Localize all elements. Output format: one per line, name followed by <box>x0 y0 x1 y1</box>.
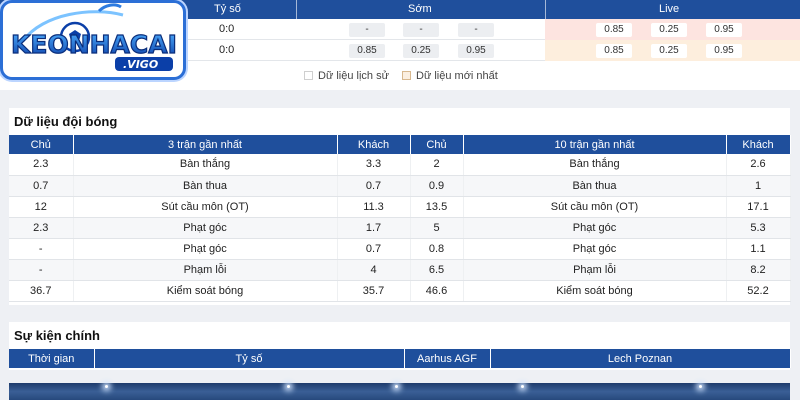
cell: 8.2 <box>726 259 791 282</box>
col-last-10[interactable]: 10 trận gần nhất <box>463 135 727 154</box>
legend-latest[interactable]: Dữ liệu mới nhất <box>402 70 498 82</box>
section-title: Dữ liệu đội bóng <box>14 114 118 129</box>
table-row: - Phạm lỗi 4 6.5 Phạm lỗi 8.2 <box>9 259 791 282</box>
cell: - <box>9 259 74 282</box>
cell: 0.7 <box>337 238 411 260</box>
col-away-10[interactable]: Khách <box>726 135 791 154</box>
cell: Bàn thua <box>73 175 338 197</box>
table-header-row: Chủ 3 trận gần nhất Khách Chủ 10 trận gầ… <box>9 135 791 154</box>
cell: Phạt góc <box>463 238 727 260</box>
cell: Phạt góc <box>73 217 338 239</box>
cell: 1 <box>726 175 791 197</box>
cell: 17.1 <box>726 196 791 218</box>
col-time[interactable]: Thời gian <box>9 349 95 368</box>
cell: Phạm lỗi <box>463 259 727 282</box>
cell: 2 <box>410 154 464 176</box>
cell: 36.7 <box>9 280 74 303</box>
table-row: 2.3 Bàn thắng 3.3 2 Bàn thắng 2.6 <box>9 154 791 176</box>
cell: 0.8 <box>410 238 464 260</box>
cell: 12 <box>9 196 74 218</box>
section-title: Sự kiện chính <box>14 328 100 343</box>
cell: Sút cầu môn (OT) <box>73 196 338 218</box>
odds-live-away[interactable]: 0.95 <box>706 44 742 58</box>
cell: Sút cầu môn (OT) <box>463 196 727 218</box>
cell: 5.3 <box>726 217 791 239</box>
cell: 2.3 <box>9 217 74 239</box>
col-home-10[interactable]: Chủ <box>410 135 464 154</box>
cell: 52.2 <box>726 280 791 303</box>
table-row: 0.7 Bàn thua 0.7 0.9 Bàn thua 1 <box>9 175 791 197</box>
svg-text:.VIGO: .VIGO <box>123 58 158 71</box>
odds-early-line[interactable]: - <box>403 23 439 37</box>
cell: 2.3 <box>9 154 74 176</box>
odds-live-home[interactable]: 0.85 <box>596 44 632 58</box>
svg-text:KEONHACAI: KEONHACAI <box>11 30 177 59</box>
cell: 1.7 <box>337 217 411 239</box>
odds-early-away[interactable]: 0.95 <box>458 44 494 58</box>
odds-score: 0:0 <box>219 23 235 35</box>
table-row: 2.3 Phạt góc 1.7 5 Phạt góc 5.3 <box>9 217 791 239</box>
cell: Bàn thắng <box>463 154 727 176</box>
odds-live-home[interactable]: 0.85 <box>596 23 632 37</box>
cell: Phạm lỗi <box>73 259 338 282</box>
cell: 13.5 <box>410 196 464 218</box>
cell: Phạt góc <box>73 238 338 260</box>
cell: 2.6 <box>726 154 791 176</box>
cell: Bàn thắng <box>73 154 338 176</box>
events-panel: Sự kiện chính Thời gian Tỷ số Aarhus AGF… <box>9 322 791 370</box>
cell: 4 <box>337 259 411 282</box>
cell: 46.6 <box>410 280 464 303</box>
checkbox-icon <box>304 71 313 80</box>
cell: Kiểm soát bóng <box>463 280 727 303</box>
odds-early-home[interactable]: 0.85 <box>349 44 385 58</box>
col-score[interactable]: Tỷ số <box>94 349 405 368</box>
cell: 0.7 <box>337 175 411 197</box>
cell: 35.7 <box>337 280 411 303</box>
odds-header-score: Tỷ số <box>214 3 241 15</box>
odds-live-line[interactable]: 0.25 <box>651 44 687 58</box>
team-data-panel: Dữ liệu đội bóng Chủ 3 trận gần nhất Khá… <box>9 108 791 305</box>
checkbox-icon <box>402 71 411 80</box>
odds-header-early: Sớm <box>408 3 432 15</box>
events-table: Thời gian Tỷ số Aarhus AGF Lech Poznan <box>9 349 791 368</box>
cell: Phạt góc <box>463 217 727 239</box>
col-home-team[interactable]: Aarhus AGF <box>404 349 491 368</box>
cell: 0.9 <box>410 175 464 197</box>
cell: 1.1 <box>726 238 791 260</box>
col-away-3[interactable]: Khách <box>337 135 411 154</box>
cell: 5 <box>410 217 464 239</box>
site-logo[interactable]: KEONHACAI .VIGO <box>0 0 186 80</box>
table-header-row: Thời gian Tỷ số Aarhus AGF Lech Poznan <box>9 349 791 368</box>
cell: 11.3 <box>337 196 411 218</box>
cell: 3.3 <box>337 154 411 176</box>
cell: Bàn thua <box>463 175 727 197</box>
cell: Kiểm soát bóng <box>73 280 338 303</box>
col-last-3[interactable]: 3 trận gần nhất <box>73 135 338 154</box>
odds-score: 0:0 <box>219 44 235 56</box>
odds-early-line[interactable]: 0.25 <box>403 44 439 58</box>
odds-header-live: Live <box>659 3 680 15</box>
cell: 0.7 <box>9 175 74 197</box>
stadium-banner <box>9 383 790 400</box>
col-home-3[interactable]: Chủ <box>9 135 74 154</box>
legend-history[interactable]: Dữ liệu lịch sử <box>304 70 389 82</box>
odds-live-away[interactable]: 0.95 <box>706 23 742 37</box>
table-row: - Phạt góc 0.7 0.8 Phạt góc 1.1 <box>9 238 791 260</box>
cell: 6.5 <box>410 259 464 282</box>
odds-early-home[interactable]: - <box>349 23 385 37</box>
odds-early-away[interactable]: - <box>458 23 494 37</box>
cell: - <box>9 238 74 260</box>
odds-live-line[interactable]: 0.25 <box>651 23 687 37</box>
table-row: 36.7 Kiểm soát bóng 35.7 46.6 Kiểm soát … <box>9 280 791 303</box>
col-away-team[interactable]: Lech Poznan <box>490 349 791 368</box>
table-row: 12 Sút cầu môn (OT) 11.3 13.5 Sút cầu mô… <box>9 196 791 218</box>
team-data-table: Chủ 3 trận gần nhất Khách Chủ 10 trận gầ… <box>9 135 791 303</box>
